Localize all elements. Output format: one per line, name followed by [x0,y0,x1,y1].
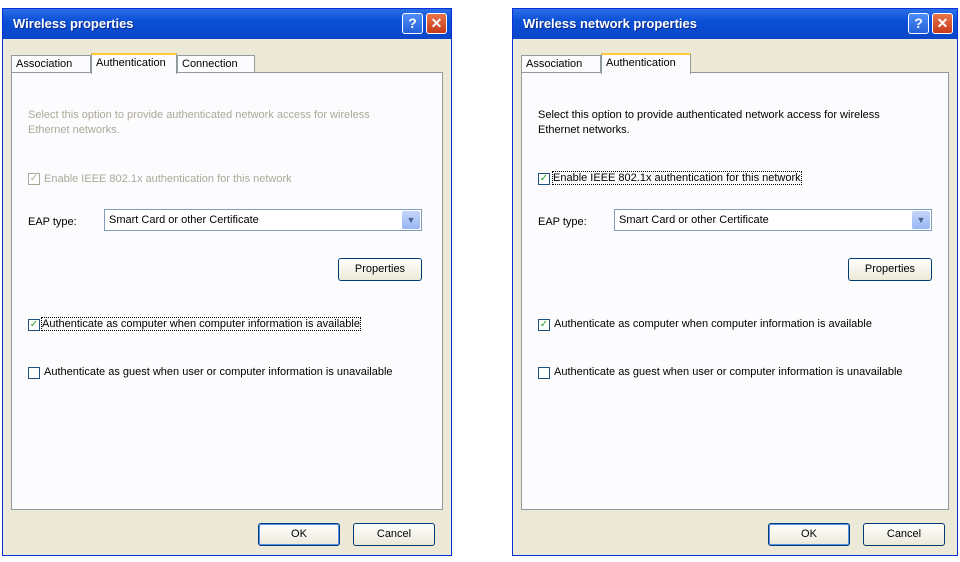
auth-computer-label: Authenticate as computer when computer i… [41,317,361,331]
eap-type-select[interactable]: Smart Card or other Certificate ▼ [104,209,422,231]
auth-guest-checkbox[interactable] [538,367,550,379]
enable-8021x-label: Enable IEEE 802.1x authentication for th… [552,171,802,185]
eap-type-value: Smart Card or other Certificate [619,214,769,226]
tab-association[interactable]: Association [11,55,91,73]
tab-authentication[interactable]: Authentication [91,53,177,74]
ok-button[interactable]: OK [258,523,340,546]
enable-8021x-label: Enable IEEE 802.1x authentication for th… [44,173,292,185]
auth-computer-checkbox[interactable]: ✓ [538,319,550,331]
help-icon[interactable]: ? [402,13,423,34]
description-text: Select this option to provide authentica… [28,109,370,136]
cancel-button[interactable]: Cancel [863,523,945,546]
eap-type-label: EAP type: [28,216,77,228]
dialog-title: Wireless network properties [523,16,697,31]
properties-button[interactable]: Properties [338,258,422,281]
title-bar[interactable]: Wireless network properties ? ✕ [513,9,957,39]
close-icon[interactable]: ✕ [932,13,953,34]
description-text: Select this option to provide authentica… [538,109,880,136]
auth-guest-label: Authenticate as guest when user or compu… [44,366,393,378]
authentication-panel: Select this option to provide authentica… [11,72,443,510]
eap-type-select[interactable]: Smart Card or other Certificate ▼ [614,209,932,231]
wireless-network-properties-dialog: Wireless network properties ? ✕ Associat… [512,8,958,556]
eap-type-value: Smart Card or other Certificate [109,214,259,226]
tab-authentication[interactable]: Authentication [601,53,691,74]
enable-8021x-checkbox[interactable]: ✓ [28,173,40,185]
title-bar[interactable]: Wireless properties ? ✕ [3,9,451,39]
chevron-down-icon[interactable]: ▼ [402,211,420,229]
dialog-title: Wireless properties [13,16,134,31]
properties-button[interactable]: Properties [848,258,932,281]
help-icon[interactable]: ? [908,13,929,34]
auth-guest-label: Authenticate as guest when user or compu… [554,366,903,378]
close-icon[interactable]: ✕ [426,13,447,34]
auth-computer-label: Authenticate as computer when computer i… [554,318,872,330]
authentication-panel: Select this option to provide authentica… [521,72,949,510]
ok-button[interactable]: OK [768,523,850,546]
auth-guest-checkbox[interactable] [28,367,40,379]
chevron-down-icon[interactable]: ▼ [912,211,930,229]
wireless-properties-dialog: Wireless properties ? ✕ Association Auth… [2,8,452,556]
enable-8021x-checkbox[interactable]: ✓ [538,173,550,185]
tab-connection[interactable]: Connection [177,55,255,73]
eap-type-label: EAP type: [538,216,587,228]
cancel-button[interactable]: Cancel [353,523,435,546]
tab-association[interactable]: Association [521,55,601,73]
auth-computer-checkbox[interactable]: ✓ [28,319,40,331]
